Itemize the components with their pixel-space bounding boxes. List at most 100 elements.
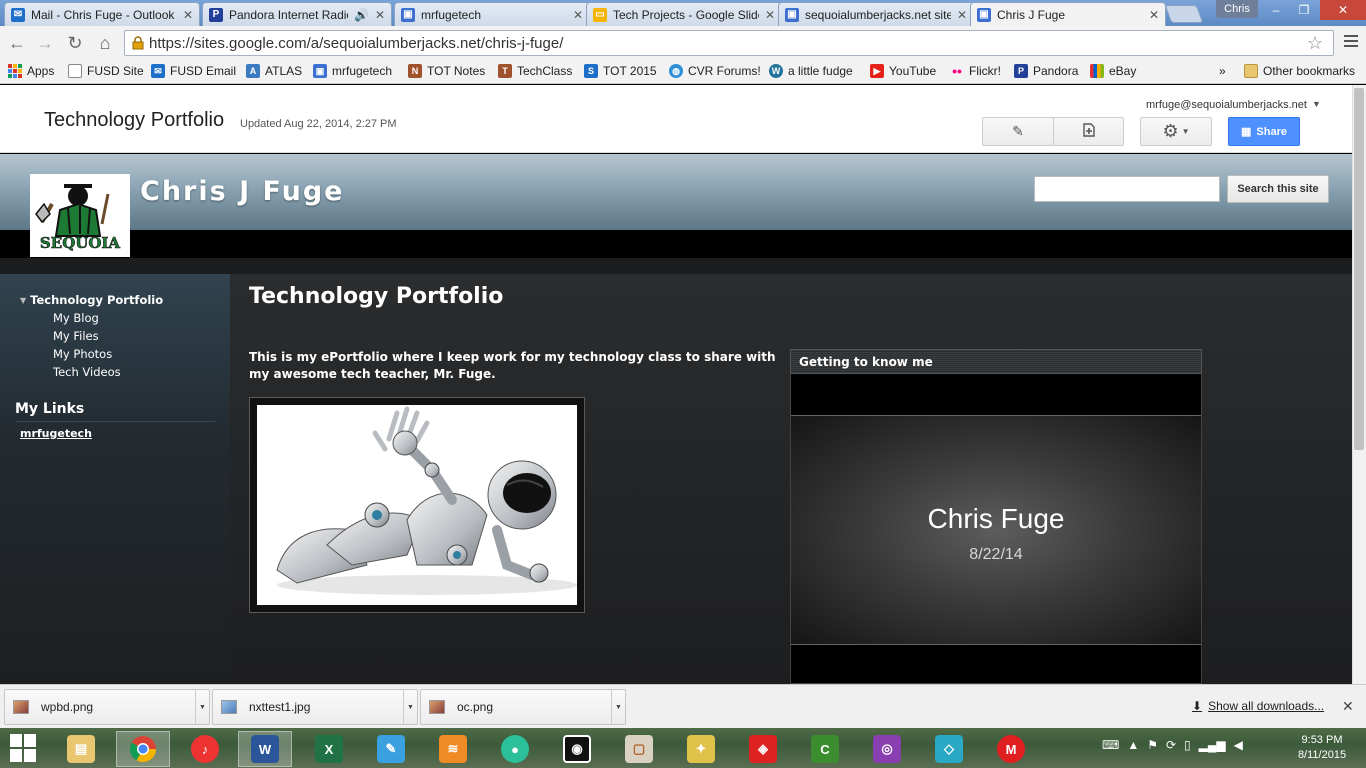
lego-mindstorms-icon[interactable]: ◉: [550, 731, 604, 767]
sketchup-icon[interactable]: ◈: [736, 731, 790, 767]
download-item[interactable]: nxttest1.jpg ▼: [212, 689, 418, 725]
tab-label: Pandora Internet Radio: [229, 7, 348, 22]
sidebar-item-my-files[interactable]: My Files: [53, 329, 99, 343]
notes-icon: N: [408, 64, 422, 78]
tab-outlook[interactable]: ✉ Mail - Chris Fuge - Outlook ✕: [4, 2, 200, 26]
bookmark-fusd-site[interactable]: FUSD Site: [68, 62, 144, 80]
expand-triangle-icon[interactable]: ▼: [20, 296, 26, 305]
robot-app-icon[interactable]: ●: [488, 731, 542, 767]
back-icon[interactable]: ←: [6, 32, 28, 54]
more-actions-button[interactable]: ⚙ ▼: [1140, 117, 1212, 146]
close-icon[interactable]: ✕: [957, 8, 967, 22]
sidebar-item-my-photos[interactable]: My Photos: [53, 347, 112, 361]
close-icon[interactable]: ✕: [1149, 8, 1159, 22]
close-icon[interactable]: ✕: [375, 8, 385, 22]
address-bar[interactable]: https://sites.google.com/a/sequoialumber…: [124, 30, 1334, 56]
tab-sequoia-sites[interactable]: ▣ sequoialumberjacks.net sites ✕: [778, 2, 974, 26]
bookmark-youtube[interactable]: ▶ YouTube: [870, 62, 936, 80]
new-tab-button[interactable]: [1164, 5, 1204, 23]
maximize-icon[interactable]: ❐: [1290, 0, 1318, 20]
sync-icon[interactable]: ⟳: [1166, 738, 1176, 752]
account-email[interactable]: mrfuge@sequoialumberjacks.net: [1146, 99, 1307, 111]
chevron-down-icon[interactable]: ▼: [611, 690, 625, 724]
bookmark-apps[interactable]: Apps: [8, 62, 54, 80]
sidebar-item-my-blog[interactable]: My Blog: [53, 311, 99, 325]
bookmark-star-icon[interactable]: ☆: [1307, 33, 1323, 54]
forward-icon[interactable]: →: [34, 32, 56, 54]
tab-pandora[interactable]: P Pandora Internet Radio 🔊 ✕: [202, 2, 392, 26]
download-item[interactable]: oc.png ▼: [420, 689, 626, 725]
media-app-icon[interactable]: ◎: [860, 731, 914, 767]
scrollbar-thumb[interactable]: [1354, 88, 1364, 450]
robot-image[interactable]: [257, 405, 577, 605]
link-mrfugetech[interactable]: mrfugetech: [20, 427, 92, 440]
flag-icon[interactable]: ⚑: [1147, 738, 1158, 752]
close-icon[interactable]: ✕: [765, 8, 775, 22]
taskbar-clock[interactable]: 9:53 PM 8/11/2015: [1292, 733, 1352, 763]
site-name[interactable]: Chris J Fuge: [140, 176, 344, 207]
presentation-app-icon[interactable]: ▢: [612, 731, 666, 767]
bookmark-pandora[interactable]: P Pandora: [1014, 62, 1078, 80]
camtasia-icon[interactable]: C: [798, 731, 852, 767]
edit-page-button[interactable]: ✎: [982, 117, 1054, 146]
show-all-downloads-link[interactable]: ⬇ Show all downloads...: [1192, 699, 1324, 713]
minimize-icon[interactable]: –: [1262, 0, 1290, 20]
share-icon: ▦: [1241, 126, 1252, 138]
paint-app-icon[interactable]: ✦: [674, 731, 728, 767]
sidebar-item-tech-videos[interactable]: Tech Videos: [53, 365, 121, 379]
home-icon[interactable]: ⌂: [94, 32, 116, 54]
clock-date: 8/11/2015: [1297, 749, 1347, 761]
itunes-icon[interactable]: ♪: [178, 731, 232, 767]
bookmark-techclass[interactable]: T TechClass: [498, 62, 572, 80]
volume-icon[interactable]: ◀: [1234, 738, 1243, 752]
makerbot-icon[interactable]: M: [984, 731, 1038, 767]
bookmark-tot-notes[interactable]: N TOT Notes: [408, 62, 485, 80]
bookmark-mrfugetech[interactable]: ▣ mrfugetech: [313, 62, 392, 80]
page-info-icon[interactable]: [131, 36, 145, 50]
site-search-input[interactable]: [1034, 176, 1220, 202]
other-bookmarks[interactable]: Other bookmarks: [1244, 62, 1355, 80]
download-item[interactable]: wpbd.png ▼: [4, 689, 210, 725]
new-page-button[interactable]: [1053, 117, 1124, 146]
close-icon[interactable]: ✕: [183, 8, 193, 22]
chevron-down-icon[interactable]: ▼: [403, 690, 417, 724]
close-downloads-icon[interactable]: ✕: [1342, 698, 1354, 715]
bookmark-a-little-fudge[interactable]: W a little fudge: [769, 62, 853, 80]
swift-icon[interactable]: ≋: [426, 731, 480, 767]
bookmark-cvr-forums[interactable]: ◍ CVR Forums!: [669, 62, 761, 80]
share-button[interactable]: ▦ Share: [1228, 117, 1300, 146]
keyboard-icon[interactable]: ⌨: [1102, 738, 1119, 752]
chevron-down-icon[interactable]: ▼: [195, 690, 209, 724]
other-bookmarks-label: Other bookmarks: [1263, 64, 1356, 78]
search-site-button[interactable]: Search this site: [1227, 175, 1329, 203]
bookmark-atlas[interactable]: A ATLAS: [246, 62, 302, 80]
bookmark-fusd-email[interactable]: ✉ FUSD Email: [151, 62, 236, 80]
tab-mrfugetech[interactable]: ▣ mrfugetech ✕: [394, 2, 590, 26]
class-icon: T: [498, 64, 512, 78]
bookmark-flickr[interactable]: •• Flickr!: [950, 62, 1001, 80]
profile-button[interactable]: Chris: [1216, 0, 1258, 18]
maps-app-icon[interactable]: ◇: [922, 731, 976, 767]
bookmarks-overflow-icon[interactable]: »: [1219, 62, 1226, 80]
chrome-menu-icon[interactable]: [1342, 32, 1360, 50]
sidebar-item-technology-portfolio[interactable]: ▼ Technology Portfolio: [20, 293, 163, 307]
bookmark-ebay[interactable]: eBay: [1090, 62, 1136, 80]
chevron-down-icon[interactable]: ▼: [1312, 99, 1321, 109]
wifi-icon[interactable]: ▂▄▆: [1199, 738, 1226, 752]
tab-chris-j-fuge[interactable]: ▣ Chris J Fuge ✕: [970, 2, 1166, 26]
word-icon[interactable]: W: [238, 731, 292, 767]
window-close-icon[interactable]: ✕: [1320, 0, 1366, 20]
file-explorer-icon[interactable]: ▤: [54, 731, 108, 767]
notes-app-icon[interactable]: ✎: [364, 731, 418, 767]
windows-start-icon[interactable]: [10, 734, 40, 762]
site-logo[interactable]: SEQUOIA: [30, 174, 130, 257]
tab-tech-projects[interactable]: ▭ Tech Projects - Google Slides ✕: [586, 2, 782, 26]
tray-overflow-icon[interactable]: ▲: [1127, 738, 1139, 752]
battery-icon[interactable]: ▯: [1184, 738, 1191, 752]
close-icon[interactable]: ✕: [573, 8, 583, 22]
bookmark-tot-2015[interactable]: S TOT 2015: [584, 62, 657, 80]
reload-icon[interactable]: ↻: [64, 32, 86, 54]
excel-icon[interactable]: X: [302, 731, 356, 767]
chrome-icon[interactable]: [116, 731, 170, 767]
downloads-bar: wpbd.png ▼ nxttest1.jpg ▼ oc.png ▼: [0, 684, 1366, 728]
